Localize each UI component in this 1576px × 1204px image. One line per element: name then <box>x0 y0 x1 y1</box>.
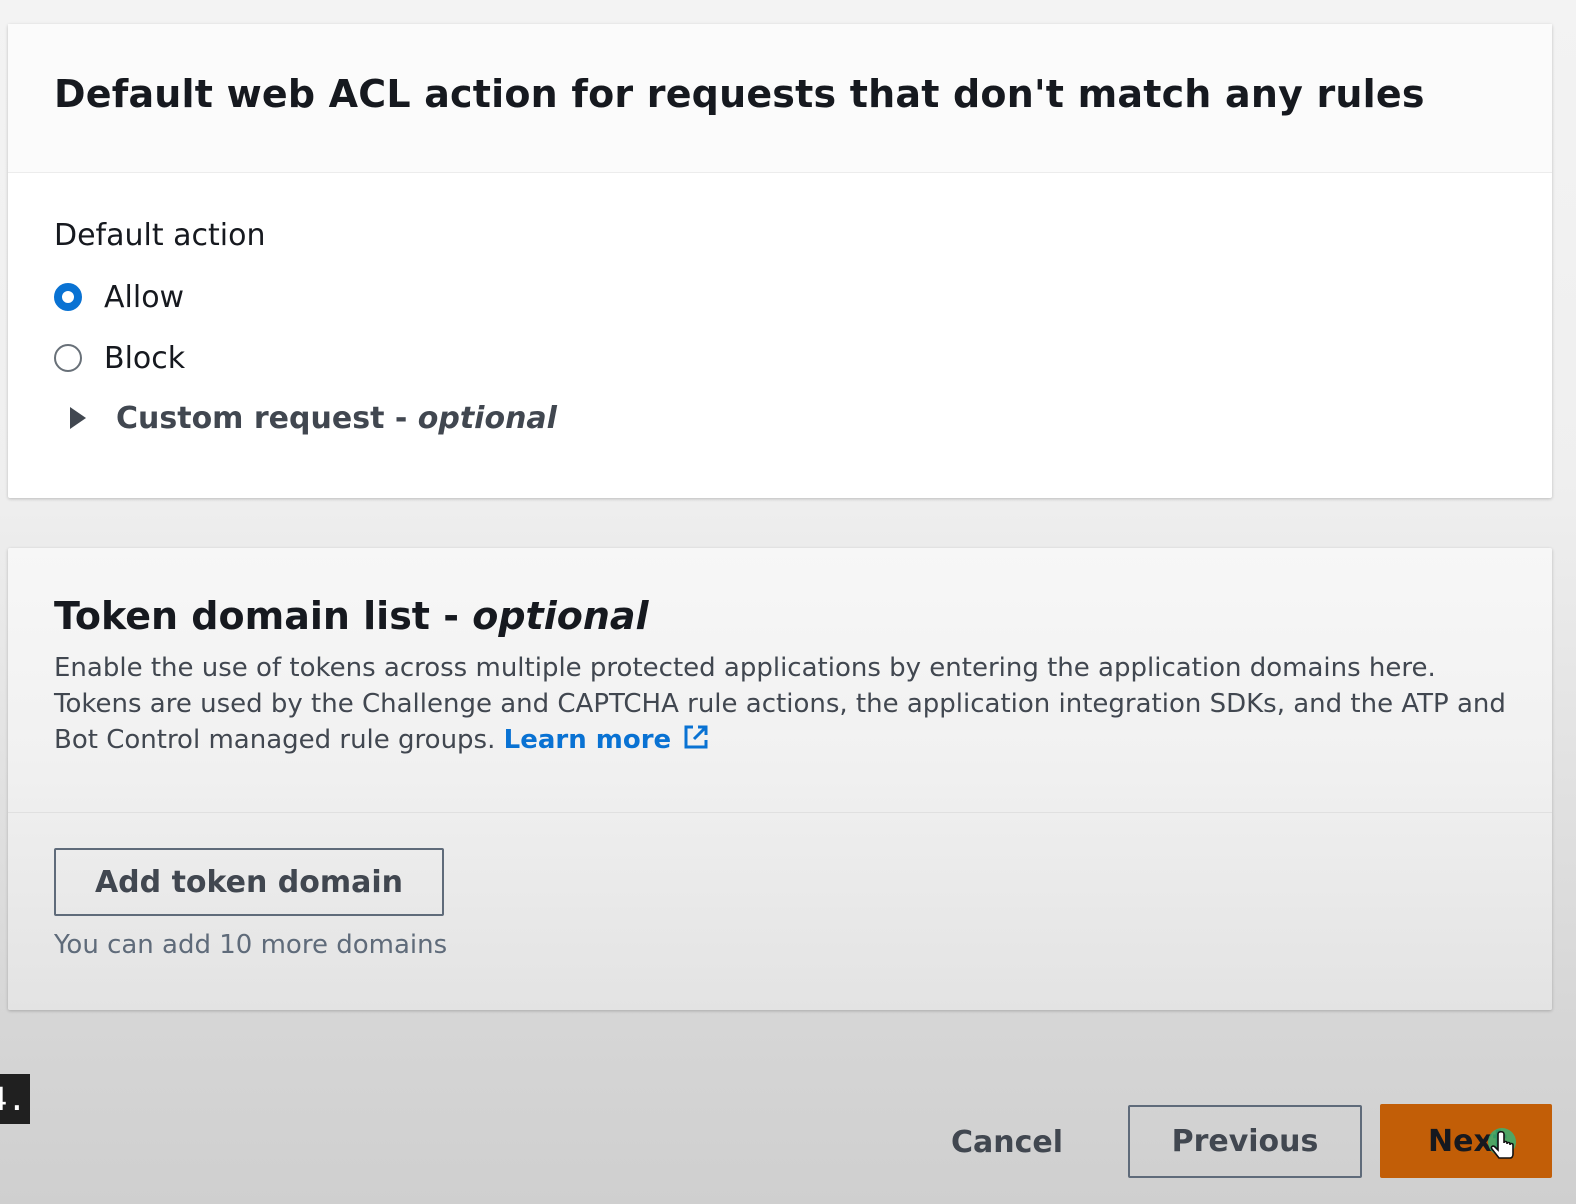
panel-header: Token domain list - optional Enable the … <box>8 548 1552 813</box>
radio-option-allow[interactable]: Allow <box>54 277 184 317</box>
next-button[interactable]: Next <box>1380 1104 1552 1178</box>
custom-request-label: Custom request - optional <box>116 400 557 436</box>
cancel-button[interactable]: Cancel <box>932 1108 1082 1176</box>
remaining-domains-hint: You can add 10 more domains <box>54 930 448 960</box>
radio-option-block[interactable]: Block <box>54 338 185 378</box>
caret-right-icon <box>70 407 86 429</box>
radio-selected-icon[interactable] <box>54 283 82 311</box>
external-link-icon <box>684 725 708 749</box>
radio-label-allow: Allow <box>104 279 185 315</box>
learn-more-link[interactable]: Learn more <box>504 725 712 755</box>
radio-unselected-icon[interactable] <box>54 344 82 372</box>
panel-header: Default web ACL action for requests that… <box>8 24 1552 173</box>
token-domain-description: Enable the use of tokens across multiple… <box>54 653 1506 755</box>
default-action-label: Default action <box>54 218 266 253</box>
previous-button[interactable]: Previous <box>1128 1105 1362 1178</box>
step-number-tag: 4. <box>0 1074 30 1124</box>
token-domain-panel: Token domain list - optional Enable the … <box>8 548 1552 1010</box>
default-action-panel: Default web ACL action for requests that… <box>8 24 1552 498</box>
add-token-domain-button[interactable]: Add token domain <box>54 848 444 916</box>
radio-label-block: Block <box>104 340 186 376</box>
custom-request-expander[interactable]: Custom request - optional <box>64 398 557 438</box>
panel-title: Default web ACL action for requests that… <box>54 72 1425 116</box>
token-domain-title: Token domain list - optional <box>54 594 649 638</box>
